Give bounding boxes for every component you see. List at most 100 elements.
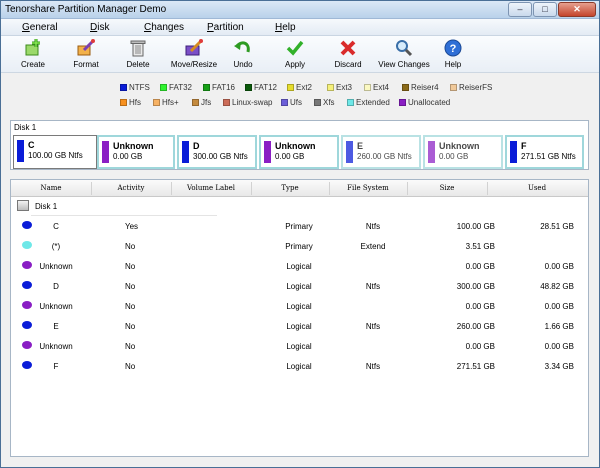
disk-group-label: Disk 1 xyxy=(35,202,58,211)
apply-button[interactable]: Apply xyxy=(269,37,321,72)
legend-swatch xyxy=(203,83,210,91)
column-header-type[interactable]: Type xyxy=(251,184,329,192)
table-row[interactable]: Unknown No Logical 0.00 GB 0.00 GB xyxy=(11,296,588,316)
legend-label: Extended xyxy=(356,97,390,107)
format-icon xyxy=(77,39,95,56)
cell-used: 48.82 GB xyxy=(540,282,574,291)
partition-name: D xyxy=(193,141,200,151)
view-changes-button[interactable]: View Changes xyxy=(375,37,433,72)
table-row[interactable]: (*) No Primary Extend 3.51 GB xyxy=(11,236,588,256)
table-row[interactable]: Unknown No Logical 0.00 GB 0.00 GB xyxy=(11,336,588,356)
legend-item: Unallocated xyxy=(399,97,450,107)
column-header-name[interactable]: Name xyxy=(11,184,91,192)
legend-item: FAT12 xyxy=(245,82,277,92)
format-label: Format xyxy=(73,60,99,69)
toolbar: Create Format Delete Move/Resize Undo Ap… xyxy=(1,36,599,73)
cell-type: Logical xyxy=(286,302,312,311)
legend-swatch xyxy=(120,98,127,106)
cell-used: 3.34 GB xyxy=(544,362,574,371)
delete-button[interactable]: Delete xyxy=(112,37,164,72)
legend-swatch xyxy=(223,98,230,106)
disk-map-partition-e[interactable]: E 260.00 GB Ntfs xyxy=(341,135,421,169)
ntfs-bar-icon xyxy=(346,141,353,163)
table-row[interactable]: F No Logical Ntfs 271.51 GB 3.34 GB xyxy=(11,356,588,376)
svg-text:?: ? xyxy=(450,43,457,55)
move-resize-button[interactable]: Move/Resize xyxy=(164,37,224,72)
cell-name: Unknown xyxy=(39,342,73,351)
help-icon: ? xyxy=(444,39,462,57)
format-button[interactable]: Format xyxy=(60,37,112,72)
disk-map-partition-unknown-1[interactable]: Unknown 0.00 GB xyxy=(97,135,175,169)
cell-used: 0.00 GB xyxy=(544,262,574,271)
partition-size: 0.00 GB xyxy=(439,152,469,161)
table-row[interactable]: D No Logical Ntfs 300.00 GB 48.82 GB xyxy=(11,276,588,296)
legend-label: Hfs xyxy=(129,97,141,107)
legend-label: FAT32 xyxy=(169,82,192,92)
menu-disk[interactable]: Disk xyxy=(90,22,109,33)
partition-size: 0.00 GB xyxy=(113,152,143,161)
undo-button[interactable]: Undo xyxy=(217,37,269,72)
minimize-button[interactable]: – xyxy=(508,2,532,17)
cell-name: Unknown xyxy=(39,262,73,271)
table-header: Name Activity Volume Label Type File Sys… xyxy=(11,180,588,197)
disk-map-partition-d[interactable]: D 300.00 GB Ntfs xyxy=(177,135,257,169)
legend-item: NTFS xyxy=(120,82,150,92)
disk-map-partition-unknown-2[interactable]: Unknown 0.00 GB xyxy=(259,135,339,169)
column-header-size[interactable]: Size xyxy=(407,184,487,192)
view-changes-label: View Changes xyxy=(378,60,430,69)
disk-map-partition-unknown-3[interactable]: Unknown 0.00 GB xyxy=(423,135,503,169)
app-window: Tenorshare Partition Manager Demo – □ ✕ … xyxy=(0,0,600,468)
cell-type: Logical xyxy=(286,362,312,371)
menu-changes[interactable]: Changes xyxy=(144,22,184,33)
help-button[interactable]: ? Help xyxy=(427,37,479,72)
filesystem-legend: NTFS FAT32 FAT16 FAT12 Ext2 Ext3 Ext4 Re… xyxy=(1,74,599,114)
legend-label: FAT12 xyxy=(254,82,277,92)
legend-label: ReiserFS xyxy=(459,82,493,92)
legend-item: Ufs xyxy=(281,97,302,107)
maximize-button[interactable]: □ xyxy=(533,2,557,17)
legend-label: Linux-swap xyxy=(232,97,273,107)
create-button[interactable]: Create xyxy=(7,37,59,72)
column-header-volume-label[interactable]: Volume Label xyxy=(171,184,251,192)
discard-label: Discard xyxy=(334,60,362,69)
title-bar[interactable]: Tenorshare Partition Manager Demo – □ ✕ xyxy=(1,1,599,19)
legend-item: Reiser4 xyxy=(402,82,439,92)
menu-partition[interactable]: Partition xyxy=(207,22,244,33)
cell-type: Primary xyxy=(285,242,313,251)
cell-type: Logical xyxy=(286,322,312,331)
create-label: Create xyxy=(20,60,45,69)
column-header-file-system[interactable]: File System xyxy=(329,184,407,192)
disk-group-row[interactable]: Disk 1 xyxy=(11,197,588,216)
cell-name: D xyxy=(53,282,59,291)
partition-name: Unknown xyxy=(275,141,316,151)
legend-label: Jfs xyxy=(201,97,212,107)
disk-map: Disk 1 C 100.00 GB Ntfs Unknown 0.00 GB … xyxy=(10,120,589,170)
column-header-used[interactable]: Used xyxy=(487,184,587,192)
close-button[interactable]: ✕ xyxy=(558,2,596,17)
cell-name: F xyxy=(53,362,59,371)
menu-help[interactable]: Help xyxy=(275,22,296,33)
legend-label: Ufs xyxy=(290,97,302,107)
legend-swatch xyxy=(399,98,406,106)
legend-item: Hfs xyxy=(120,97,141,107)
table-row[interactable]: E No Logical Ntfs 260.00 GB 1.66 GB xyxy=(11,316,588,336)
legend-item: Xfs xyxy=(314,97,335,107)
column-header-activity[interactable]: Activity xyxy=(91,184,171,192)
table-row[interactable]: C Yes Primary Ntfs 100.00 GB 28.51 GB xyxy=(11,216,588,236)
apply-icon xyxy=(286,40,304,56)
discard-button[interactable]: Discard xyxy=(322,37,374,72)
legend-swatch xyxy=(153,98,160,106)
view-changes-icon xyxy=(396,40,413,57)
partition-name: F xyxy=(521,141,527,151)
disk-map-label: Disk 1 xyxy=(14,123,37,132)
disk-map-partition-f[interactable]: F 271.51 GB Ntfs xyxy=(505,135,584,169)
legend-label: FAT16 xyxy=(212,82,235,92)
table-row[interactable]: Unknown No Logical 0.00 GB 0.00 GB xyxy=(11,256,588,276)
legend-swatch xyxy=(287,83,294,91)
legend-swatch xyxy=(160,83,167,91)
unallocated-bar-icon xyxy=(264,141,271,163)
menu-general[interactable]: General xyxy=(22,22,58,33)
disk-map-partition-c[interactable]: C 100.00 GB Ntfs xyxy=(13,135,97,169)
apply-label: Apply xyxy=(284,60,305,69)
cell-activity: No xyxy=(125,362,136,371)
